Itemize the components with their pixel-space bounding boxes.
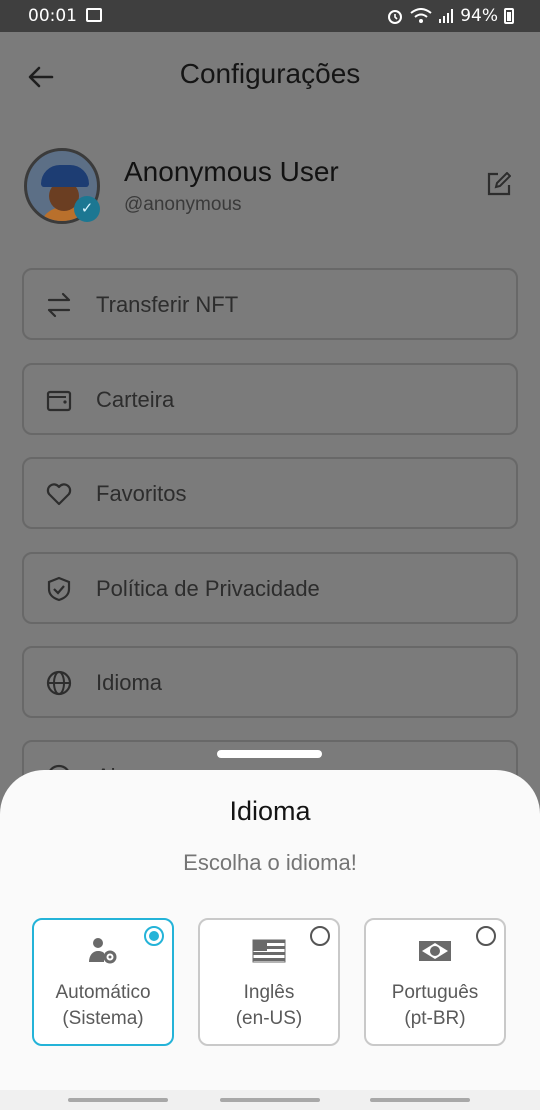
menu-item-label: Política de Privacidade — [96, 576, 320, 601]
radio-unselected[interactable] — [476, 926, 496, 946]
profile-handle: @anonymous — [124, 194, 242, 215]
page-title: Configurações — [179, 58, 361, 89]
verified-badge-icon: ✓ — [74, 196, 100, 222]
alarm-icon — [388, 10, 403, 24]
menu-item-label: Favoritos — [96, 481, 187, 506]
language-bottom-sheet: Idioma Escolha o idioma! Automático (Sis… — [0, 770, 540, 1090]
wifi-icon — [410, 8, 432, 23]
globe-icon — [46, 670, 72, 696]
status-bar: 00:01 94% — [0, 0, 540, 32]
option-sublabel: (en-US) — [235, 1008, 303, 1029]
transfer-icon — [47, 292, 71, 318]
option-label: Português — [391, 982, 479, 1003]
edit-icon[interactable] — [487, 172, 511, 196]
menu-item-transfer-nft[interactable]: Transferir NFT — [22, 268, 518, 340]
menu-item-favorites[interactable]: Favoritos — [22, 457, 518, 529]
brazil-flag-icon — [419, 941, 451, 961]
signal-icon — [439, 9, 454, 23]
shield-icon — [47, 576, 71, 602]
menu-item-language[interactable]: Idioma — [22, 646, 518, 718]
status-right: 94% — [386, 6, 514, 26]
user-gear-icon — [89, 938, 117, 964]
wallet-icon — [46, 390, 72, 412]
menu-item-label: Carteira — [96, 387, 175, 412]
nav-recents[interactable] — [68, 1098, 168, 1102]
menu-item-label: Transferir NFT — [96, 292, 239, 317]
language-option-automatic[interactable]: Automático (Sistema) — [32, 918, 174, 1046]
language-option-english[interactable]: Inglês (en-US) — [198, 918, 340, 1046]
heart-icon — [46, 483, 72, 506]
sheet-drag-handle[interactable] — [217, 750, 322, 758]
profile-name: Anonymous User — [124, 156, 339, 187]
option-sublabel: (Sistema) — [62, 1008, 144, 1029]
menu-item-label: Idioma — [96, 670, 163, 695]
nav-home[interactable] — [220, 1098, 320, 1102]
image-notification-icon — [86, 8, 102, 22]
option-label: Automático — [55, 982, 151, 1003]
nav-back[interactable] — [370, 1098, 470, 1102]
radio-unselected[interactable] — [310, 926, 330, 946]
option-sublabel: (pt-BR) — [404, 1008, 466, 1029]
menu-item-wallet[interactable]: Carteira — [22, 363, 518, 435]
battery-percent: 94% — [460, 6, 498, 26]
menu-item-privacy-policy[interactable]: Política de Privacidade — [22, 552, 518, 624]
sheet-title: Idioma — [229, 796, 311, 826]
language-option-portuguese[interactable]: Português (pt-BR) — [364, 918, 506, 1046]
system-nav-bar — [0, 1090, 540, 1110]
radio-selected[interactable] — [144, 926, 164, 946]
option-label: Inglês — [243, 982, 295, 1003]
us-flag-icon — [252, 939, 286, 963]
battery-icon — [504, 8, 514, 24]
sheet-subtitle: Escolha o idioma! — [183, 850, 357, 875]
status-time: 00:01 — [28, 6, 77, 26]
